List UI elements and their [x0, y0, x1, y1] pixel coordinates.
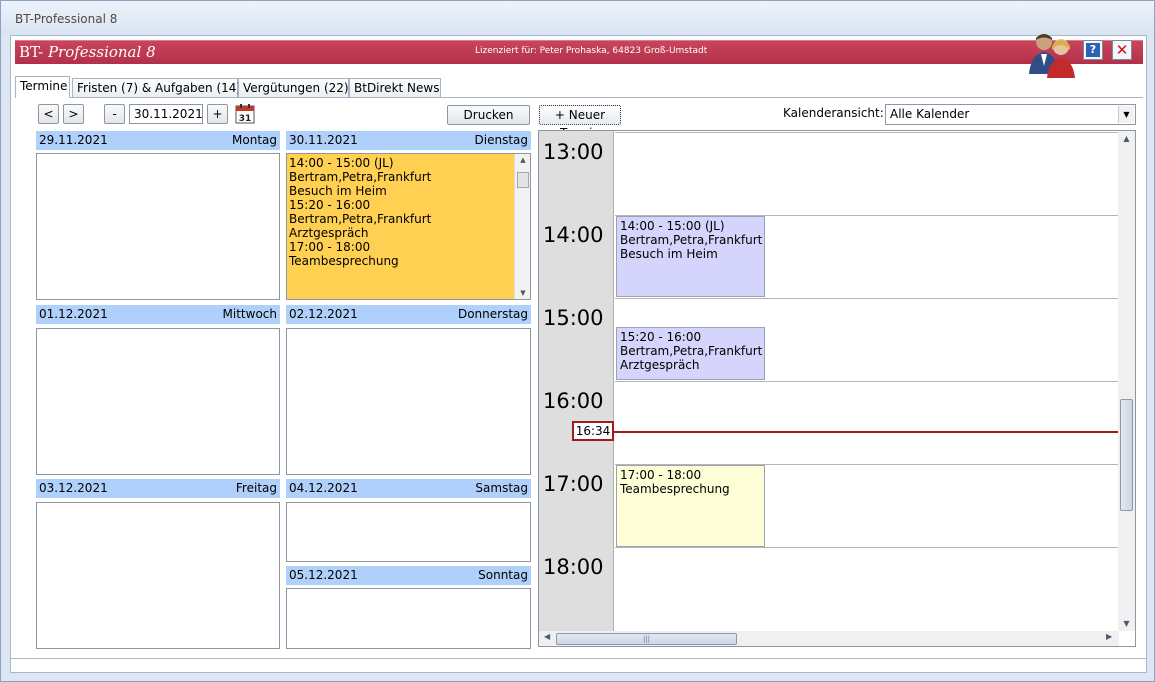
day-header-sunday[interactable]: 05.12.2021 Sonntag: [286, 566, 531, 585]
calendar-view-label: Kalenderansicht:: [783, 106, 884, 120]
list-item[interactable]: Arztgespräch: [289, 226, 431, 240]
list-item[interactable]: 17:00 - 18:00: [289, 240, 431, 254]
calendar-view-select[interactable]: Alle Kalender ▼: [885, 104, 1136, 125]
app-logo-text: BT- Professional 8: [19, 43, 156, 61]
appointment-teambesprechung[interactable]: 17:00 - 18:00 Teambesprechung: [616, 465, 765, 547]
day-view-horizontal-scrollbar[interactable]: ◀ ||| ▶: [539, 631, 1119, 646]
hour-label: 15:00: [543, 306, 604, 330]
license-text: Lizenziert für: Peter Prohaska, 64823 Gr…: [475, 46, 708, 56]
date-input[interactable]: 30.11.2021: [129, 104, 203, 124]
close-icon: ✕: [1115, 41, 1129, 59]
help-button[interactable]: ?: [1083, 40, 1103, 60]
day-header-wednesday[interactable]: 01.12.2021 Mittwoch: [36, 305, 280, 324]
title-bar: BT-Professional 8: [1, 1, 1154, 35]
scroll-left-icon[interactable]: ◀: [544, 632, 550, 641]
new-appointment-button[interactable]: + Neuer Termin: [539, 105, 621, 140]
close-button[interactable]: ✕: [1112, 40, 1132, 60]
tab-verguetungen[interactable]: Vergütungen (22): [238, 78, 349, 98]
day-cell-sunday[interactable]: [286, 588, 531, 649]
list-item[interactable]: Bertram,Petra,Frankfurt: [289, 170, 431, 184]
date-increment-button[interactable]: +: [207, 104, 228, 124]
help-icon: ?: [1086, 43, 1100, 57]
day-cell-saturday[interactable]: [286, 502, 531, 562]
scroll-down-icon[interactable]: ▼: [1118, 619, 1135, 628]
day-header-tuesday[interactable]: 30.11.2021 Dienstag: [286, 131, 531, 150]
list-item[interactable]: 15:20 - 16:00: [289, 198, 431, 212]
calendar-icon[interactable]: 31: [235, 104, 255, 124]
day-view[interactable]: 13:00 14:00 15:00 16:00 17:00 18:00 14:0…: [538, 130, 1136, 647]
day-cell-thursday[interactable]: [286, 328, 531, 475]
hour-line: [615, 132, 1119, 133]
tab-btdirekt-news[interactable]: BtDirekt News: [349, 78, 441, 98]
hour-label: 13:00: [543, 140, 604, 164]
date-decrement-button[interactable]: -: [104, 104, 125, 124]
hour-label: 14:00: [543, 223, 604, 247]
scroll-thumb[interactable]: |||: [556, 633, 737, 645]
list-item[interactable]: Bertram,Petra,Frankfurt: [289, 212, 431, 226]
hour-line: [615, 381, 1119, 382]
app-banner: BT- Professional 8 Lizenziert für: Peter…: [15, 40, 1143, 64]
scroll-right-icon[interactable]: ▶: [1106, 632, 1112, 641]
hour-label: 17:00: [543, 472, 604, 496]
status-bar: [10, 658, 1147, 673]
hour-line: [615, 547, 1119, 548]
scroll-thumb[interactable]: [1120, 399, 1133, 511]
main-panel: BT- Professional 8 Lizenziert für: Peter…: [10, 34, 1147, 673]
print-button[interactable]: Drucken: [447, 105, 530, 125]
day-scrollbar[interactable]: ▲ ▼: [514, 154, 530, 299]
day-header-friday[interactable]: 03.12.2021 Freitag: [36, 479, 280, 498]
current-time-line: [614, 431, 1119, 433]
calendar-view-value: Alle Kalender: [890, 107, 970, 121]
scroll-up-icon[interactable]: ▲: [1118, 134, 1135, 143]
prev-week-button[interactable]: <: [38, 104, 59, 124]
list-item[interactable]: Besuch im Heim: [289, 184, 431, 198]
tab-divider: [15, 97, 1143, 98]
day-header-saturday[interactable]: 04.12.2021 Samstag: [286, 479, 531, 498]
day-cell-monday[interactable]: [36, 153, 280, 300]
svg-text:31: 31: [239, 114, 252, 124]
day-header-thursday[interactable]: 02.12.2021 Donnerstag: [286, 305, 531, 324]
scroll-up-icon[interactable]: ▲: [515, 156, 531, 164]
list-item[interactable]: Teambesprechung: [289, 254, 431, 268]
scroll-down-icon[interactable]: ▼: [515, 289, 531, 297]
hour-label: 18:00: [543, 555, 604, 579]
hour-line: [615, 298, 1119, 299]
day-header-monday[interactable]: 29.11.2021 Montag: [36, 131, 280, 150]
next-week-button[interactable]: >: [63, 104, 84, 124]
day-cell-tuesday[interactable]: 14:00 - 15:00 (JL) Bertram,Petra,Frankfu…: [286, 153, 531, 300]
scroll-thumb[interactable]: [517, 172, 529, 188]
hour-label: 16:00: [543, 389, 604, 413]
app-window: BT-Professional 8 BT- Professional 8 Liz…: [0, 0, 1155, 682]
chevron-down-icon[interactable]: ▼: [1118, 106, 1134, 123]
day-entries-tuesday: 14:00 - 15:00 (JL) Bertram,Petra,Frankfu…: [289, 156, 431, 268]
day-view-vertical-scrollbar[interactable]: ▲ ▼: [1118, 131, 1135, 631]
appointment-besuch-im-heim[interactable]: 14:00 - 15:00 (JL) Bertram,Petra,Frankfu…: [616, 216, 765, 297]
day-cell-friday[interactable]: [36, 502, 280, 649]
day-cell-wednesday[interactable]: [36, 328, 280, 475]
tab-termine[interactable]: Termine: [15, 76, 70, 98]
users-icon[interactable]: [1027, 30, 1079, 80]
appointment-arztgespraech[interactable]: 15:20 - 16:00 Bertram,Petra,Frankfurt Ar…: [616, 327, 765, 380]
current-time-label: 16:34: [572, 421, 614, 441]
tab-fristen-aufgaben[interactable]: Fristen (7) & Aufgaben (14): [72, 78, 241, 98]
list-item[interactable]: 14:00 - 15:00 (JL): [289, 156, 431, 170]
window-title: BT-Professional 8: [15, 12, 118, 26]
